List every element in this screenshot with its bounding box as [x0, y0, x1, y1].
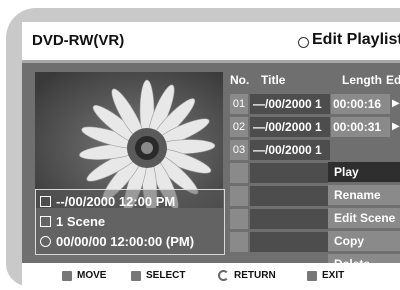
playlist-row[interactable]: 03 —/00/2000 1 [230, 140, 400, 160]
move-hint: MOVE [62, 270, 106, 281]
row-length: 00:00:31 [331, 117, 390, 137]
exit-hint: EXIT [307, 270, 344, 281]
row-title: —/00/2000 1 [250, 94, 330, 114]
record-date: --/00/2000 12:00 PM [56, 193, 176, 209]
row-title: —/00/2000 1 [250, 117, 330, 137]
column-title: Title [261, 73, 286, 87]
return-label: RETURN [234, 270, 276, 281]
context-menu: Play Rename Edit Scene Copy Delete [328, 162, 400, 277]
row-title-blank [250, 186, 328, 206]
page-title: Edit Playlist [312, 31, 400, 48]
play-arrow-icon: ▶ [392, 121, 400, 132]
scene-count: 1 Scene [56, 213, 106, 229]
footer-bar: MOVE SELECT RETURN EXIT [22, 263, 400, 288]
row-number: 01 [230, 94, 248, 114]
row-title-blank [250, 163, 328, 183]
title-thumbnail [35, 72, 223, 208]
column-length: Length [342, 73, 382, 87]
header-bar: DVD-RW(VR) Edit Playlist [22, 22, 400, 63]
play-arrow-icon: ▶ [392, 98, 400, 109]
menu-item-play[interactable]: Play [328, 162, 400, 182]
row-number: 02 [230, 117, 248, 137]
return-hint: RETURN [218, 270, 276, 281]
scene-row: 1 Scene [40, 212, 105, 230]
move-label: MOVE [77, 270, 107, 281]
row-title-blank [250, 232, 328, 252]
time-row: 00/00/00 12:00:00 (PM) [40, 232, 194, 250]
menu-item-rename[interactable]: Rename [328, 185, 400, 205]
row-number-blank [230, 232, 248, 252]
osd-screen: DVD-RW(VR) Edit Playlist --/00/2000 12:0… [22, 22, 400, 288]
exit-icon [307, 270, 317, 281]
row-number-blank [230, 209, 248, 229]
row-number-blank [230, 186, 248, 206]
select-label: SELECT [146, 270, 186, 281]
row-length: 00:00:16 [331, 94, 390, 114]
row-number-blank [230, 163, 248, 183]
row-number: 03 [230, 140, 248, 160]
select-hint: SELECT [131, 270, 185, 281]
column-edit: Edit [386, 73, 400, 87]
exit-label: EXIT [322, 270, 345, 281]
circle-icon [298, 37, 309, 48]
menu-item-edit-scene[interactable]: Edit Scene [328, 208, 400, 228]
column-no: No. [230, 73, 250, 87]
record-time: 00/00/00 12:00:00 (PM) [56, 233, 195, 249]
menu-item-copy[interactable]: Copy [328, 231, 400, 251]
flower-image [35, 72, 223, 208]
move-icon [62, 270, 72, 281]
playlist-row[interactable]: 02 —/00/2000 1 00:00:31 ▶ [230, 117, 400, 137]
scene-icon [40, 215, 51, 227]
row-title: —/00/2000 1 [250, 140, 330, 160]
row-title-blank [250, 209, 328, 229]
disc-type-label: DVD-RW(VR) [32, 32, 125, 49]
playlist-row[interactable]: 01 —/00/2000 1 00:00:16 ▶ [230, 94, 400, 114]
return-icon [218, 270, 229, 281]
select-icon [131, 270, 141, 281]
title-info-panel: --/00/2000 12:00 PM 1 Scene 00/00/00 12:… [35, 189, 225, 255]
date-row: --/00/2000 12:00 PM [40, 192, 175, 210]
clock-icon [40, 235, 51, 247]
disc-icon [40, 195, 51, 207]
